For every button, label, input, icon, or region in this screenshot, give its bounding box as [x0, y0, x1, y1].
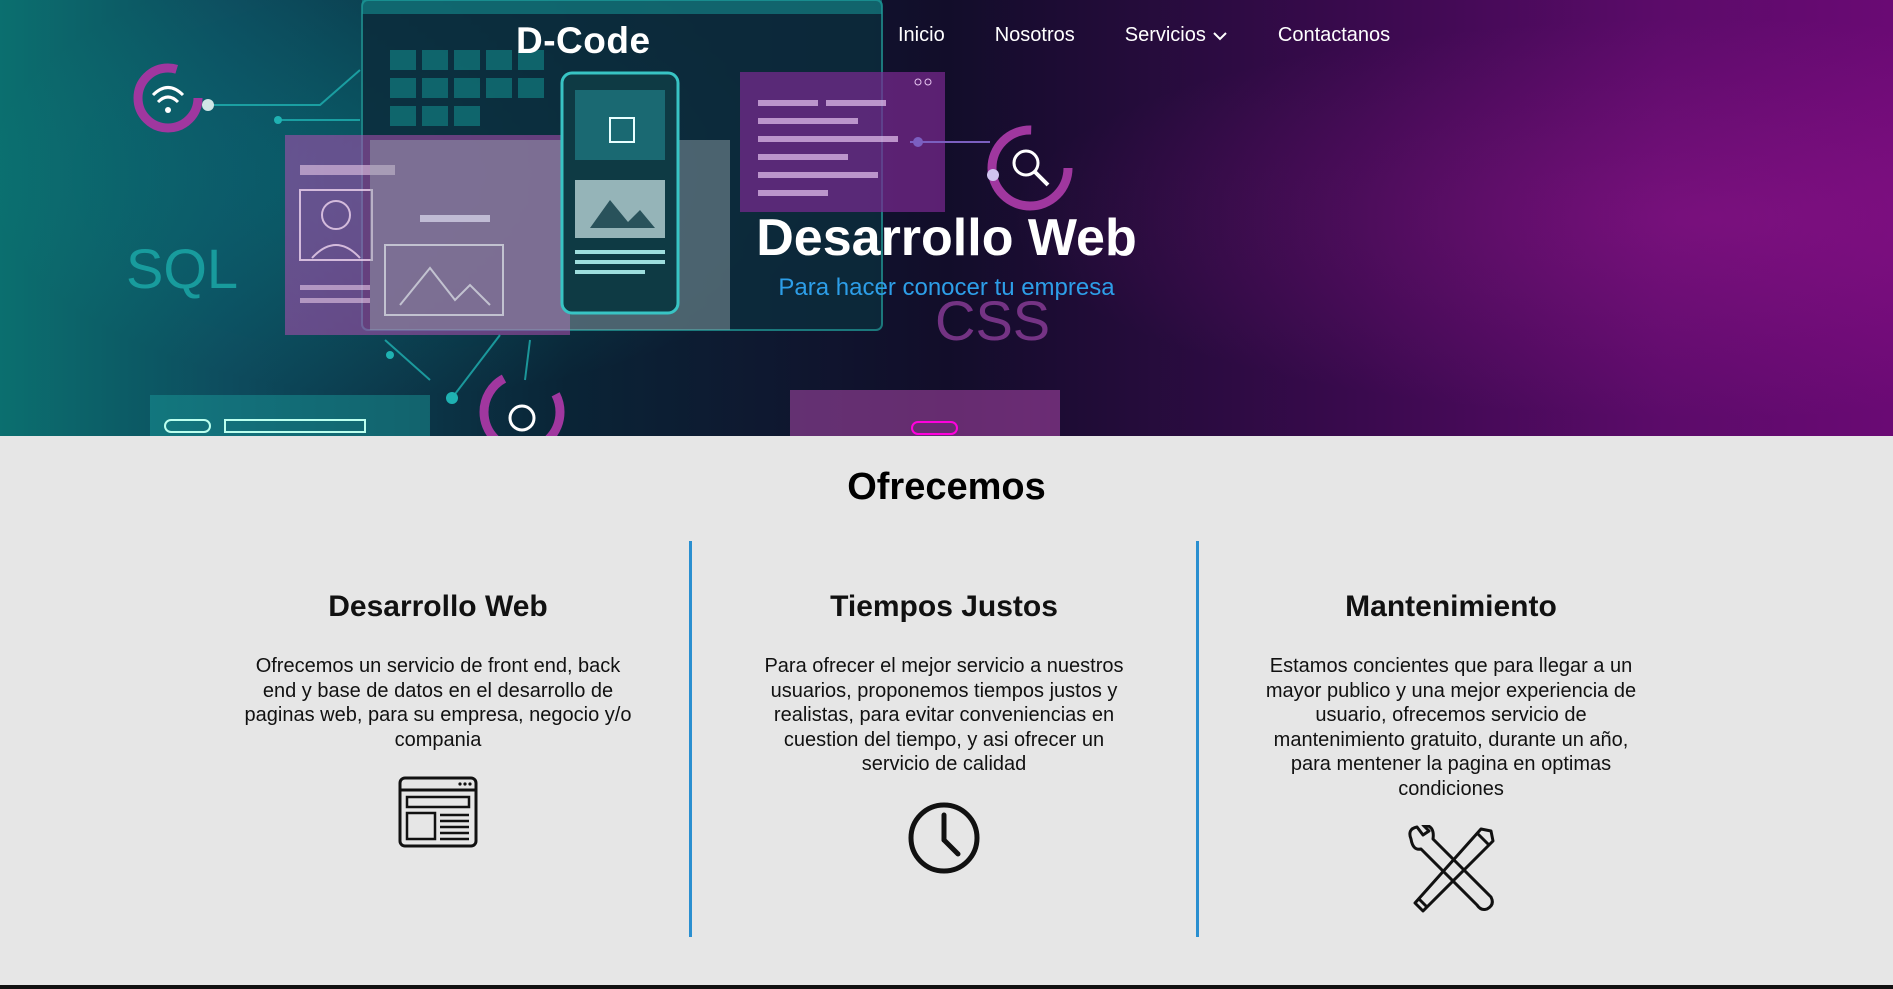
brand-logo[interactable]: D-Code [516, 20, 651, 62]
nav-servicios[interactable]: Servicios [1125, 24, 1228, 47]
card-text: Ofrecemos un servicio de front end, back… [244, 655, 632, 751]
main-nav: Inicio Nosotros Servicios Contactanos [898, 24, 1440, 47]
offer-card-desarrollo-web: Desarrollo Web Ofrecemos un servicio de … [223, 540, 653, 848]
card-text: Estamos concientes que para llegar a un … [1265, 655, 1637, 800]
nav-contactanos[interactable]: Contactanos [1278, 24, 1390, 47]
hero-subtitle: Para hacer conocer tu empresa [778, 274, 1115, 301]
nav-inicio[interactable]: Inicio [898, 24, 945, 47]
nav-nosotros[interactable]: Nosotros [995, 24, 1075, 47]
card-text: Para ofrecer el mejor servicio a nuestro… [764, 655, 1124, 775]
chevron-down-icon [1213, 31, 1227, 40]
hero-title: Desarrollo Web [756, 209, 1137, 267]
card-title: Desarrollo Web [328, 590, 548, 623]
offer-card-tiempos-justos: Tiempos Justos Para ofrecer el mejor ser… [729, 540, 1159, 875]
column-divider [1196, 541, 1199, 937]
clock-icon [908, 802, 980, 873]
nav-servicios-label: Servicios [1124, 24, 1206, 46]
offer-card-mantenimiento: Mantenimiento Estamos concientes que par… [1236, 540, 1666, 915]
footer-border [0, 985, 1893, 989]
section-title: Ofrecemos [847, 466, 1046, 508]
column-divider [689, 541, 692, 937]
card-title: Mantenimiento [1345, 590, 1557, 623]
hero-banner: SQL CSS D-Code Inicio Nosotros Servicios… [0, 0, 1893, 436]
nav-nosotros-label: Nosotros [994, 24, 1075, 46]
nav-contactanos-label: Contactanos [1277, 24, 1391, 46]
nav-inicio-label: Inicio [898, 24, 945, 46]
tools-icon [1408, 825, 1495, 913]
web-layout-icon [398, 776, 478, 848]
card-title: Tiempos Justos [830, 590, 1058, 623]
